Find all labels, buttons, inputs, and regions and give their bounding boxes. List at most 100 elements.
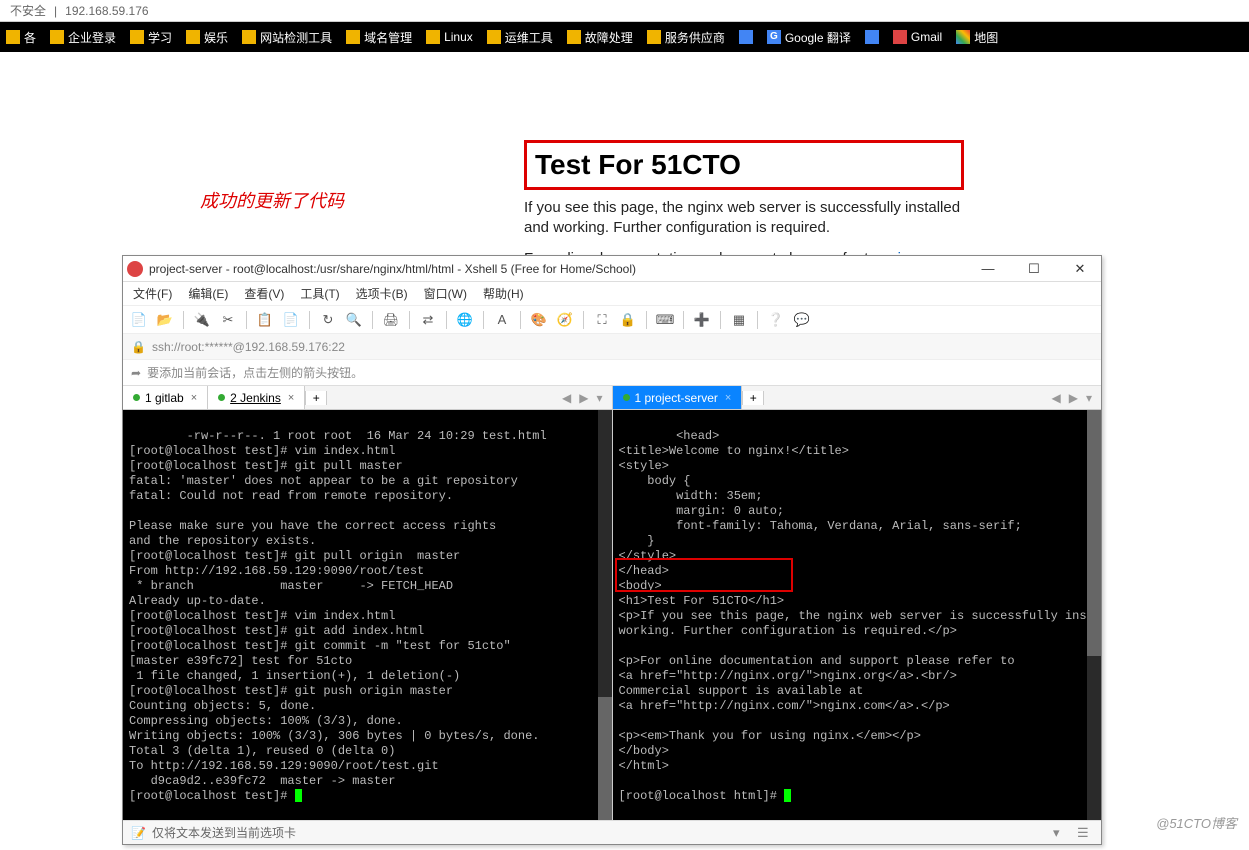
maximize-button[interactable]: ☐ <box>1017 259 1051 279</box>
folder-icon: G <box>767 30 781 44</box>
close-tab-icon[interactable]: × <box>288 392 294 404</box>
tab-prev-icon[interactable]: ◀ <box>1049 391 1064 405</box>
add-icon[interactable]: ➕ <box>692 310 712 330</box>
bookmark-item[interactable]: Gmail <box>893 30 942 44</box>
font-icon[interactable]: A <box>492 310 512 330</box>
transfer-icon[interactable]: ⇄ <box>418 310 438 330</box>
bookmark-item[interactable]: 各 <box>6 29 36 46</box>
lock-icon[interactable]: 🔒 <box>618 310 638 330</box>
browser-address-bar: 不安全 | 192.168.59.176 <box>0 0 1249 22</box>
menu-item[interactable]: 查看(V) <box>244 285 284 302</box>
folder-icon <box>186 30 200 44</box>
paste-icon[interactable]: 📄 <box>281 310 301 330</box>
bookmark-item[interactable] <box>865 30 879 44</box>
connect-icon[interactable]: 🔌 <box>192 310 212 330</box>
folder-icon <box>893 30 907 44</box>
page-content: 成功的更新了代码 Test For 51CTO If you see this … <box>0 52 1249 72</box>
session-tab[interactable]: 1 gitlab× <box>123 386 208 409</box>
titlebar[interactable]: project-server - root@localhost:/usr/sha… <box>123 256 1101 282</box>
window-title: project-server - root@localhost:/usr/sha… <box>149 262 971 276</box>
print-icon[interactable]: 🖨 <box>381 310 401 330</box>
bookmark-item[interactable]: 服务供应商 <box>647 29 725 46</box>
menu-icon[interactable]: ☰ <box>1077 825 1093 841</box>
help-icon[interactable]: ❔ <box>766 310 786 330</box>
disconnect-icon[interactable]: ✂ <box>218 310 238 330</box>
folder-icon <box>647 30 661 44</box>
folder-icon <box>6 30 20 44</box>
compose-icon[interactable]: 📝 <box>131 826 146 840</box>
color-icon[interactable]: 🎨 <box>529 310 549 330</box>
session-tab[interactable]: 2 Jenkins× <box>208 386 305 409</box>
status-dot-icon <box>133 394 140 401</box>
menu-item[interactable]: 窗口(W) <box>424 285 467 302</box>
bookmark-item[interactable]: 故障处理 <box>567 29 633 46</box>
page-title: Test For 51CTO <box>535 149 953 181</box>
copy-icon[interactable]: 📋 <box>255 310 275 330</box>
bookmark-item[interactable]: 学习 <box>130 29 172 46</box>
scrollbar[interactable] <box>1087 410 1101 820</box>
bookmark-item[interactable]: Linux <box>426 30 473 44</box>
cursor <box>295 789 302 802</box>
security-label: 不安全 <box>6 2 50 19</box>
minimize-button[interactable]: — <box>971 259 1005 279</box>
statusbar: 📝 仅将文本发送到当前选项卡 ▾ ☰ <box>123 820 1101 844</box>
close-button[interactable]: ✕ <box>1063 259 1097 279</box>
scrollbar[interactable] <box>598 410 612 820</box>
left-pane: 1 gitlab×2 Jenkins×+ ◀▶▾ -rw-r--r--. 1 ro… <box>123 386 613 820</box>
refresh-icon[interactable]: ↻ <box>318 310 338 330</box>
folder-icon <box>865 30 879 44</box>
tab-prev-icon[interactable]: ◀ <box>559 391 574 405</box>
tab-next-icon[interactable]: ▶ <box>576 391 591 405</box>
menu-item[interactable]: 文件(F) <box>133 285 172 302</box>
toolbar: 📄 📂 🔌 ✂ 📋 📄 ↻ 🔍 🖨 ⇄ 🌐 A 🎨 🧭 ⛶ 🔒 ⌨ ➕ ▦ ❔ … <box>123 306 1101 334</box>
close-tab-icon[interactable]: × <box>191 392 197 404</box>
separator: | <box>50 4 61 18</box>
tab-next-icon[interactable]: ▶ <box>1066 391 1081 405</box>
bookmark-item[interactable]: 地图 <box>956 29 998 46</box>
bookmark-item[interactable]: 运维工具 <box>487 29 553 46</box>
left-terminal[interactable]: -rw-r--r--. 1 root root 16 Mar 24 10:29 … <box>123 410 612 820</box>
xshell-window: project-server - root@localhost:/usr/sha… <box>122 255 1102 845</box>
status-dot-icon <box>218 394 225 401</box>
layout-icon[interactable]: ▦ <box>729 310 749 330</box>
left-tab-strip: 1 gitlab×2 Jenkins×+ ◀▶▾ <box>123 386 612 410</box>
app-icon <box>127 261 143 277</box>
url-text[interactable]: 192.168.59.176 <box>61 4 152 18</box>
close-tab-icon[interactable]: × <box>725 392 731 404</box>
open-icon[interactable]: 📂 <box>155 310 175 330</box>
session-address[interactable]: 🔒 ssh://root:******@192.168.59.176:22 <box>123 334 1101 360</box>
new-icon[interactable]: 📄 <box>129 310 149 330</box>
cursor <box>784 789 791 802</box>
folder-icon <box>346 30 360 44</box>
dropdown-icon[interactable]: ▾ <box>1053 825 1069 841</box>
folder-icon <box>956 30 970 44</box>
keyboard-icon[interactable]: ⌨ <box>655 310 675 330</box>
bookmark-item[interactable]: GGoogle 翻译 <box>767 29 851 46</box>
menu-item[interactable]: 编辑(E) <box>188 285 228 302</box>
h1-highlight-box: Test For 51CTO <box>524 140 964 190</box>
new-tab-button[interactable]: + <box>742 391 764 405</box>
new-tab-button[interactable]: + <box>305 391 327 405</box>
feedback-icon[interactable]: 💬 <box>792 310 812 330</box>
bookmark-item[interactable]: 娱乐 <box>186 29 228 46</box>
folder-icon <box>739 30 753 44</box>
bookmark-item[interactable]: 网站检测工具 <box>242 29 332 46</box>
bookmark-item[interactable] <box>739 30 753 44</box>
bookmark-item[interactable]: 企业登录 <box>50 29 116 46</box>
tab-menu-icon[interactable]: ▾ <box>593 391 605 405</box>
lock-small-icon: 🔒 <box>131 340 146 354</box>
folder-icon <box>242 30 256 44</box>
arrow-icon[interactable]: ➦ <box>131 366 141 380</box>
tab-menu-icon[interactable]: ▾ <box>1083 391 1095 405</box>
globe-icon[interactable]: 🌐 <box>455 310 475 330</box>
bookmark-item[interactable]: 域名管理 <box>346 29 412 46</box>
fullscreen-icon[interactable]: ⛶ <box>592 310 612 330</box>
menu-item[interactable]: 选项卡(B) <box>356 285 408 302</box>
session-tab[interactable]: 1 project-server× <box>613 386 743 409</box>
compass-icon[interactable]: 🧭 <box>555 310 575 330</box>
menu-item[interactable]: 工具(T) <box>300 285 339 302</box>
folder-icon <box>426 30 440 44</box>
menu-item[interactable]: 帮助(H) <box>483 285 524 302</box>
search-icon[interactable]: 🔍 <box>344 310 364 330</box>
right-terminal[interactable]: <head> <title>Welcome to nginx!</title> … <box>613 410 1102 820</box>
